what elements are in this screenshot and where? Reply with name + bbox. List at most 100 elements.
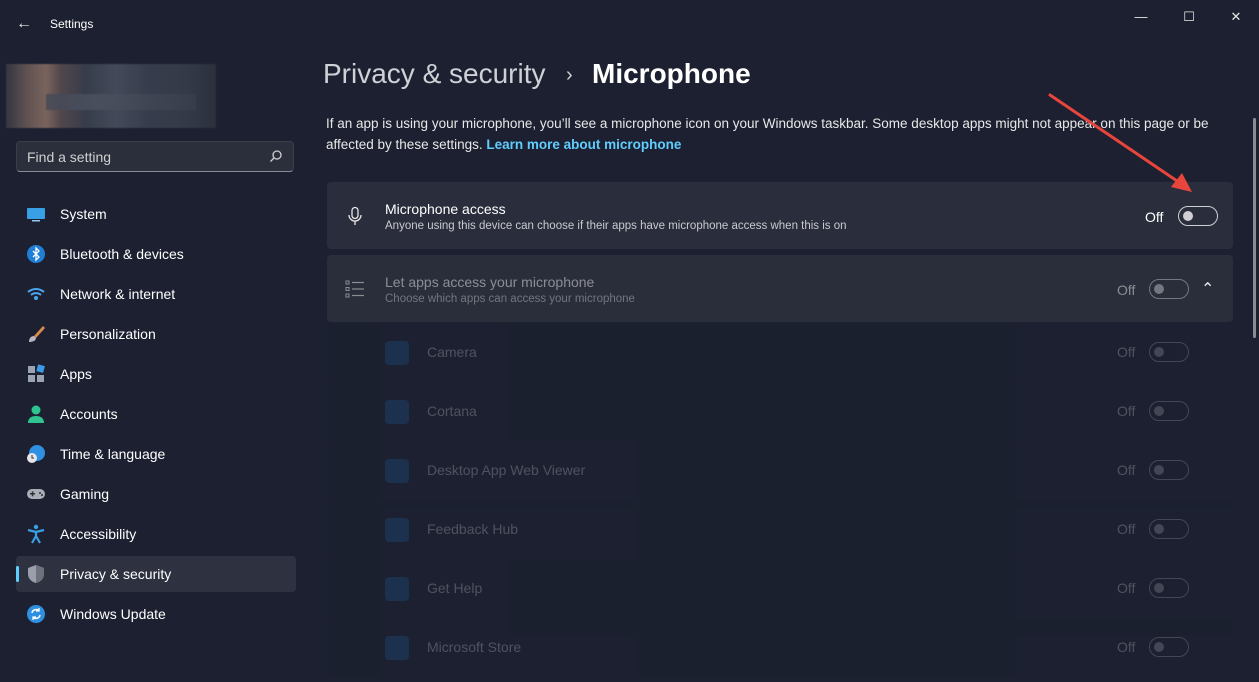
app-row-camera: Camera Off	[327, 324, 1233, 382]
sidebar-item-label: Apps	[60, 366, 92, 382]
sidebar-item-label: System	[60, 206, 107, 222]
microphone-access-subtitle: Anyone using this device can choose if t…	[385, 220, 847, 232]
list-icon	[345, 280, 364, 298]
app-toggle-desktop-app-web-viewer[interactable]	[1149, 460, 1189, 480]
toggle-knob	[1154, 347, 1164, 357]
minimize-button[interactable]: —	[1118, 6, 1164, 28]
sidebar-item-apps[interactable]: Apps	[16, 356, 296, 392]
app-state: Off	[1117, 580, 1136, 596]
app-label: Get Help	[427, 580, 483, 596]
app-row-desktop-app-web-viewer: Desktop App Web Viewer Off	[327, 442, 1233, 500]
app-label: Microsoft Store	[427, 639, 522, 655]
sidebar-item-time-language[interactable]: Time & language	[16, 436, 296, 472]
sidebar-item-label: Accounts	[60, 406, 118, 422]
title-bar: ← Settings — ☐ ✕	[0, 0, 1259, 48]
toggle-knob	[1154, 406, 1164, 416]
toggle-knob	[1154, 524, 1164, 534]
toggle-knob	[1154, 642, 1164, 652]
sidebar-item-label: Gaming	[60, 486, 110, 502]
annotation-arrow-icon	[1048, 93, 1192, 192]
sidebar-item-label: Privacy & security	[60, 566, 172, 582]
app-label: Desktop App Web Viewer	[427, 462, 586, 478]
microphone-access-state: Off	[1145, 209, 1164, 225]
toggle-knob	[1183, 211, 1193, 221]
get-help-icon	[385, 577, 409, 601]
let-apps-state: Off	[1117, 282, 1136, 298]
app-state: Off	[1117, 344, 1136, 360]
camera-icon	[385, 341, 409, 365]
update-icon	[27, 605, 45, 623]
bluetooth-icon	[27, 245, 45, 263]
sidebar-item-accounts[interactable]: Accounts	[16, 396, 296, 432]
sidebar-item-personalization[interactable]: Personalization	[16, 316, 296, 352]
app-row-feedback-hub: Feedback Hub Off	[327, 501, 1233, 559]
app-toggle-microsoft-store[interactable]	[1149, 637, 1189, 657]
close-button[interactable]: ✕	[1213, 6, 1259, 28]
app-label: Cortana	[427, 403, 477, 419]
page-title: Microphone	[592, 58, 751, 89]
maximize-button[interactable]: ☐	[1166, 6, 1212, 28]
sidebar-item-system[interactable]: System	[16, 196, 296, 232]
search-icon[interactable]	[269, 149, 283, 163]
sidebar-item-windows-update[interactable]: Windows Update	[16, 596, 296, 632]
app-toggle-get-help[interactable]	[1149, 578, 1189, 598]
app-state: Off	[1117, 639, 1136, 655]
microsoft-store-icon	[385, 636, 409, 660]
app-toggle-feedback-hub[interactable]	[1149, 519, 1189, 539]
toggle-knob	[1154, 465, 1164, 475]
globe-clock-icon	[27, 445, 45, 463]
cortana-icon	[385, 400, 409, 424]
microphone-access-title: Microphone access	[385, 201, 506, 217]
shield-icon	[28, 565, 44, 583]
let-apps-subtitle: Choose which apps can access your microp…	[385, 293, 635, 305]
breadcrumb-parent[interactable]: Privacy & security	[323, 58, 546, 90]
microphone-icon	[348, 206, 362, 225]
avatar[interactable]	[6, 64, 216, 128]
sidebar-item-label: Time & language	[60, 446, 166, 462]
app-label: Camera	[427, 344, 477, 360]
app-state: Off	[1117, 521, 1136, 537]
microphone-access-toggle[interactable]	[1178, 206, 1218, 226]
sidebar-item-bluetooth[interactable]: Bluetooth & devices	[16, 236, 296, 272]
window-title: Settings	[50, 17, 94, 31]
sidebar-item-gaming[interactable]: Gaming	[16, 476, 296, 512]
feedback-hub-icon	[385, 518, 409, 542]
let-apps-title: Let apps access your microphone	[385, 274, 595, 290]
account-icon	[28, 405, 44, 423]
let-apps-access-card: Let apps access your microphone Choose w…	[327, 255, 1233, 322]
chevron-right-icon: ›	[566, 64, 573, 86]
brush-icon	[29, 326, 45, 342]
sidebar-item-label: Bluetooth & devices	[60, 246, 184, 262]
apps-icon	[28, 364, 45, 382]
back-arrow-icon[interactable]: ←	[14, 14, 34, 34]
app-state: Off	[1117, 462, 1136, 478]
sidebar-item-privacy-security[interactable]: Privacy & security	[16, 556, 296, 592]
active-indicator	[16, 566, 19, 582]
app-row-microsoft-store: Microsoft Store Off	[327, 619, 1233, 677]
search-placeholder: Find a setting	[27, 149, 112, 165]
sidebar-nav: System Bluetooth & devices Network & int…	[16, 196, 296, 636]
search-input[interactable]: Find a setting	[16, 141, 294, 172]
web-viewer-icon	[385, 459, 409, 483]
app-row-get-help: Get Help Off	[327, 560, 1233, 618]
app-row-cortana: Cortana Off	[327, 383, 1233, 441]
gamepad-icon	[27, 489, 45, 499]
sidebar-item-accessibility[interactable]: Accessibility	[16, 516, 296, 552]
toggle-knob	[1154, 583, 1164, 593]
chevron-up-icon[interactable]: ⌃	[1201, 279, 1214, 299]
app-state: Off	[1117, 403, 1136, 419]
app-toggle-camera[interactable]	[1149, 342, 1189, 362]
scrollbar[interactable]	[1253, 118, 1256, 338]
sidebar-item-label: Personalization	[60, 326, 156, 342]
let-apps-toggle[interactable]	[1149, 279, 1189, 299]
sidebar-item-label: Network & internet	[60, 286, 176, 302]
sidebar-item-label: Accessibility	[60, 526, 137, 542]
learn-more-link[interactable]: Learn more about microphone	[486, 137, 681, 152]
app-label: Feedback Hub	[427, 521, 519, 537]
app-toggle-cortana[interactable]	[1149, 401, 1189, 421]
sidebar-item-network[interactable]: Network & internet	[16, 276, 296, 312]
sidebar-item-label: Windows Update	[60, 606, 166, 622]
system-icon	[27, 208, 45, 222]
network-icon	[27, 288, 45, 300]
toggle-knob	[1154, 284, 1164, 294]
